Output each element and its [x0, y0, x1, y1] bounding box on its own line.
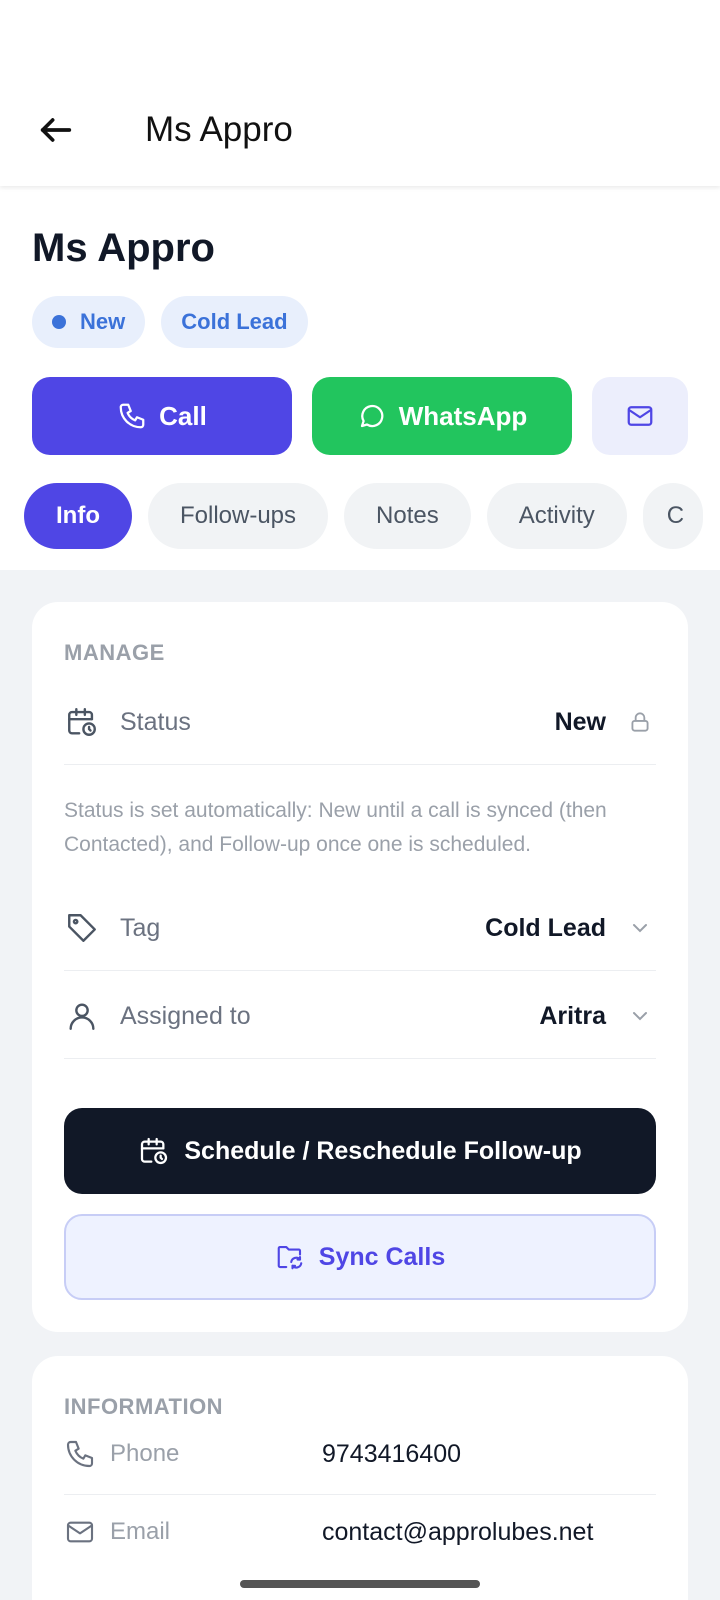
divider: [64, 970, 656, 971]
divider: [64, 1058, 656, 1059]
phone-icon: [119, 403, 145, 429]
information-title: INFORMATION: [64, 1394, 224, 1419]
mail-icon: [66, 1521, 94, 1543]
back-button[interactable]: [34, 108, 78, 152]
status-chip: New: [32, 296, 146, 348]
status-value: New: [554, 707, 606, 736]
status-chip-label: New: [80, 309, 126, 334]
divider: [64, 1494, 656, 1495]
home-indicator: [240, 1580, 480, 1588]
tag-chip-label: Cold Lead: [181, 309, 288, 334]
status-label: Status: [120, 707, 191, 736]
status-dot-icon: [52, 315, 66, 329]
action-buttons: Call WhatsApp: [32, 377, 688, 455]
manage-card: MANAGE Status New Status is set automati…: [32, 602, 688, 1332]
phone-row: Phone 9743416400: [64, 1438, 656, 1470]
sync-calls-label: Sync Calls: [318, 1242, 446, 1271]
status-note: Status is set automatically: New until a…: [64, 799, 607, 856]
app-bar-title: Ms Appro: [145, 110, 293, 149]
tag-row[interactable]: Tag Cold Lead: [64, 910, 656, 946]
schedule-followup-button[interactable]: Schedule / Reschedule Follow-up: [64, 1108, 656, 1194]
status-row: Status New: [64, 704, 656, 740]
tab-follow-ups[interactable]: Follow-ups: [147, 483, 329, 549]
email-row: Email contact@approlubes.net: [64, 1516, 656, 1548]
chevron-down-icon: [624, 1000, 656, 1032]
call-button-label: Call: [159, 400, 207, 431]
phone-value[interactable]: 9743416400: [322, 1440, 461, 1469]
lead-name: Ms Appro: [32, 226, 215, 270]
tab-notes[interactable]: Notes: [344, 483, 471, 549]
tag-chip: Cold Lead: [161, 296, 308, 348]
assigned-value: Aritra: [539, 1001, 606, 1030]
calendar-clock-icon: [64, 704, 100, 740]
user-icon: [64, 998, 100, 1034]
whatsapp-button-label: WhatsApp: [398, 400, 528, 431]
mail-icon: [627, 406, 653, 426]
chevron-down-icon: [624, 912, 656, 944]
assigned-label: Assigned to: [120, 1001, 251, 1030]
schedule-followup-label: Schedule / Reschedule Follow-up: [184, 1136, 582, 1165]
phone-label: Phone: [110, 1440, 180, 1467]
tab-more[interactable]: C: [642, 483, 703, 549]
folder-sync-icon: [277, 1245, 303, 1270]
arrow-left-icon: [40, 118, 72, 142]
email-label: Email: [110, 1518, 171, 1545]
phone-icon: [66, 1440, 94, 1468]
call-button[interactable]: Call: [32, 377, 292, 455]
whatsapp-icon: [360, 404, 384, 428]
tab-activity[interactable]: Activity: [486, 483, 627, 549]
calendar-clock-icon: [141, 1137, 168, 1165]
tab-info[interactable]: Info: [24, 483, 132, 549]
email-button[interactable]: [592, 377, 688, 455]
information-card: INFORMATION Phone 9743416400 Email conta…: [32, 1356, 688, 1600]
app-bar: Ms Appro: [0, 0, 720, 186]
tag-label: Tag: [120, 913, 161, 942]
tag-value: Cold Lead: [485, 913, 606, 942]
lock-icon: [624, 706, 656, 738]
email-value[interactable]: contact@approlubes.net: [322, 1518, 593, 1547]
sync-calls-button[interactable]: Sync Calls: [64, 1214, 656, 1300]
manage-title: MANAGE: [64, 640, 165, 665]
tab-bar: Info Follow-ups Notes Activity C: [24, 483, 703, 549]
lead-chips: New Cold Lead: [32, 296, 308, 348]
whatsapp-button[interactable]: WhatsApp: [312, 377, 572, 455]
divider: [64, 764, 656, 765]
tag-icon: [64, 910, 100, 946]
assigned-row[interactable]: Assigned to Aritra: [64, 998, 656, 1034]
